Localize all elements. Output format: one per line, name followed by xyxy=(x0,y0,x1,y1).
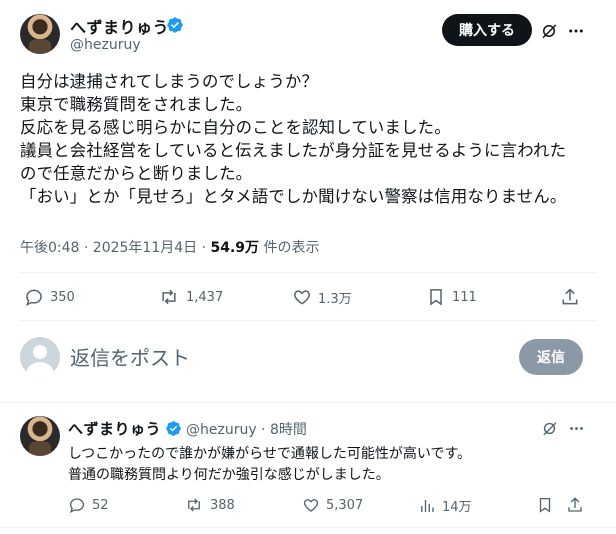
tweet-line: 自分は逮捕されてしまうのでしょうか？ xyxy=(20,72,319,91)
more-icon[interactable] xyxy=(566,418,586,438)
tweet-meta: 午後0:48 · 2025年11月4日 · 54.9万 件の表示 xyxy=(20,237,320,257)
repost-action[interactable]: 388 xyxy=(184,496,235,514)
author-avatar[interactable] xyxy=(20,14,60,54)
like-count: 5,307 xyxy=(326,497,364,513)
tweet-line: ので任意だからと断りました。 xyxy=(20,164,253,183)
views-count: 54.9万 xyxy=(210,240,260,256)
reply-action[interactable]: 350 xyxy=(24,287,75,307)
tweet-line: 議員と会社経営をしていると伝えましたが身分証を見せるように言われた xyxy=(20,141,567,160)
bookmark-count: 111 xyxy=(452,289,477,305)
reply-input[interactable]: 返信をポスト xyxy=(70,342,190,371)
reply-action[interactable]: 52 xyxy=(68,496,109,514)
grok-icon[interactable] xyxy=(538,418,560,438)
buy-button[interactable]: 購入する xyxy=(442,14,532,46)
reply-button[interactable]: 返信 xyxy=(519,339,583,375)
verified-badge-icon xyxy=(167,17,183,33)
reply-line: しつこかったので誰かが嫌がらせで通報した可能性が高いです。 xyxy=(68,446,472,462)
reply-icon xyxy=(69,498,85,514)
views-chart-icon xyxy=(421,499,434,512)
divider xyxy=(0,527,616,528)
verified-badge-icon xyxy=(166,421,181,436)
user-avatar xyxy=(20,337,60,377)
reply-icon xyxy=(26,289,42,306)
repost-icon xyxy=(188,498,200,512)
divider xyxy=(20,320,596,321)
repost-count: 388 xyxy=(210,497,235,513)
reply-count: 350 xyxy=(50,289,75,305)
more-icon[interactable] xyxy=(566,20,586,42)
reply-text: しつこかったので誰かが嫌がらせで通報した可能性が高いです。 普通の職務質問より何… xyxy=(68,444,588,486)
bookmark-action[interactable] xyxy=(536,496,554,514)
share-icon xyxy=(562,288,578,305)
repost-count: 1,437 xyxy=(186,289,224,305)
reply-count: 52 xyxy=(92,497,109,513)
like-action[interactable]: 1.3万 xyxy=(292,287,352,307)
views-count: 14万 xyxy=(442,500,472,515)
heart-icon xyxy=(294,290,310,305)
tweet-line: 東京で職務質問をされました。 xyxy=(20,95,253,114)
like-count: 1.3万 xyxy=(318,291,352,307)
views-label: 件の表示 xyxy=(259,240,320,256)
author-name[interactable]: へずまりゅう xyxy=(70,14,169,38)
divider xyxy=(20,272,596,273)
heart-icon xyxy=(303,499,319,512)
reply-header: へずまりゅう @hezuruy · 8時間 xyxy=(68,418,307,439)
bookmark-icon xyxy=(430,289,442,306)
repost-icon xyxy=(162,289,176,305)
reply-author-avatar[interactable] xyxy=(20,416,60,456)
reply-line: 普通の職務質問より何だか強引な感じがしました。 xyxy=(68,467,390,483)
bookmark-action[interactable]: 111 xyxy=(426,287,477,307)
author-handle[interactable]: @hezuruy xyxy=(70,37,141,53)
share-action[interactable] xyxy=(560,287,580,307)
tweet-timestamp[interactable]: 午後0:48 · 2025年11月4日 · xyxy=(20,240,211,256)
reply-author-meta[interactable]: @hezuruy · 8時間 xyxy=(186,419,307,439)
divider xyxy=(0,402,616,403)
tweet-line: 反応を見る感じ明らかに自分のことを認知していました。 xyxy=(20,118,451,137)
tweet-text: 自分は逮捕されてしまうのでしょうか？ 東京で職務質問をされました。 反応を見る感… xyxy=(20,70,600,208)
like-action[interactable]: 5,307 xyxy=(302,496,363,514)
tweet-line: 「おい」とか「見せろ」とタメ語でしか聞けない警察は信用なりません。 xyxy=(20,187,567,206)
grok-icon[interactable] xyxy=(538,20,560,42)
share-icon xyxy=(568,497,582,512)
share-action[interactable] xyxy=(566,496,584,514)
views-action[interactable]: 14万 xyxy=(418,496,472,515)
repost-action[interactable]: 1,437 xyxy=(158,287,223,307)
reply-author-name[interactable]: へずまりゅう xyxy=(68,418,161,439)
bookmark-icon xyxy=(539,497,551,513)
